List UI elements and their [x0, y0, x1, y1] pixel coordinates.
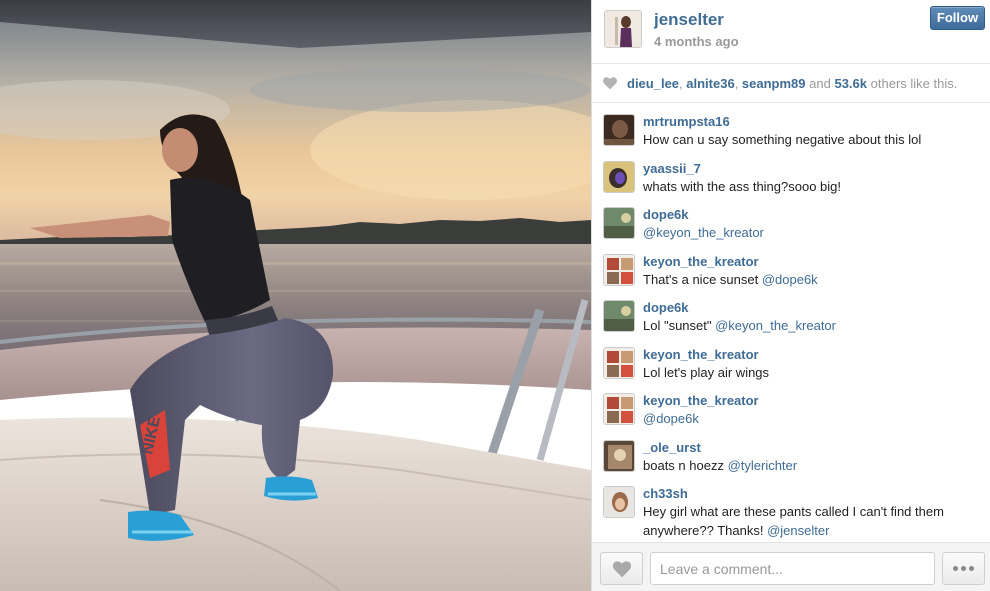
heart-icon — [603, 77, 617, 90]
comment-mention[interactable]: @dope6k — [762, 272, 818, 287]
comment-username[interactable]: dope6k — [643, 203, 977, 223]
sunset-boat-photo: NIKE — [0, 0, 591, 591]
likes-suffix: others like this. — [870, 76, 958, 91]
comment-body: That's a nice sunset — [643, 271, 762, 287]
comment-mention[interactable]: @jenselter — [767, 523, 829, 538]
owner-username[interactable]: jenselter — [654, 10, 724, 30]
comment-text: Hey girl what are these pants called I c… — [643, 502, 977, 540]
comment-body: How can u say something negative about t… — [643, 132, 922, 147]
likes-summary: dieu_lee, alnite36, seanpm89 and 53.6k o… — [592, 64, 990, 103]
comment-username[interactable]: mrtrumpsta16 — [643, 110, 977, 130]
commenter-avatar[interactable] — [603, 253, 635, 286]
post-sidebar: jenselter 4 months ago Follow dieu_lee, … — [591, 0, 990, 591]
comment-username[interactable]: dope6k — [643, 296, 977, 316]
commenter-avatar[interactable] — [603, 486, 635, 518]
liker-link[interactable]: alnite36 — [686, 76, 734, 91]
comment-text: whats with the ass thing?sooo big! — [643, 177, 977, 196]
follow-button[interactable]: Follow — [930, 6, 985, 30]
comment-item: _ole_urst boats n hoezz @tylerichter — [592, 436, 990, 483]
comment-item: dope6k @keyon_the_kreator — [592, 203, 990, 250]
comment-mention[interactable]: @keyon_the_kreator — [715, 318, 836, 333]
comment-mention[interactable]: @dope6k — [643, 411, 699, 426]
likes-count[interactable]: 53.6k — [834, 76, 867, 91]
comment-username[interactable]: keyon_the_kreator — [643, 389, 977, 409]
comment-username[interactable]: keyon_the_kreator — [643, 343, 977, 363]
liker-link[interactable]: seanpm89 — [742, 76, 806, 91]
commenter-avatar[interactable] — [603, 393, 635, 425]
comment-body: whats with the ass thing?sooo big! — [643, 178, 842, 194]
comment-mention[interactable]: @tylerichter — [728, 458, 798, 473]
comment-bar — [592, 542, 990, 591]
likes-text: dieu_lee, alnite36, seanpm89 and 53.6k o… — [627, 76, 958, 91]
commenter-avatar[interactable] — [603, 439, 635, 472]
comment-item: dope6k Lol "sunset" @keyon_the_kreator — [592, 296, 990, 343]
comment-username[interactable]: _ole_urst — [643, 436, 977, 456]
comment-text: That's a nice sunset @dope6k — [643, 270, 977, 289]
comment-item: ch33sh Hey girl what are these pants cal… — [592, 482, 990, 540]
commenter-avatar[interactable] — [603, 300, 635, 332]
commenter-avatar[interactable] — [603, 114, 635, 146]
likes-and: and — [809, 76, 831, 91]
comment-text: Lol "sunset" @keyon_the_kreator — [643, 316, 977, 335]
comment-text: boats n hoezz @tylerichter — [643, 456, 977, 475]
comment-text: Lol let's play air wings — [643, 363, 977, 382]
comment-input[interactable] — [650, 552, 935, 585]
comment-username[interactable]: yaassii_7 — [643, 157, 977, 177]
owner-avatar[interactable] — [604, 10, 642, 48]
comment-text: How can u say something negative about t… — [643, 130, 977, 149]
liker-link[interactable]: dieu_lee — [627, 76, 679, 91]
ellipsis-icon — [952, 558, 976, 575]
comment-body: boats n hoezz — [643, 457, 728, 473]
comment-username[interactable]: ch33sh — [643, 482, 977, 502]
comment-item: mrtrumpsta16 How can u say something neg… — [592, 110, 990, 157]
post-header: jenselter 4 months ago Follow — [592, 0, 990, 64]
comment-text: @keyon_the_kreator — [643, 223, 977, 242]
comment-item: keyon_the_kreator That's a nice sunset @… — [592, 250, 990, 297]
heart-icon — [612, 561, 632, 578]
comment-text: @dope6k — [643, 409, 977, 428]
commenter-avatar[interactable] — [603, 207, 635, 239]
comment-item: keyon_the_kreator @dope6k — [592, 389, 990, 436]
post-photo[interactable]: NIKE — [0, 0, 591, 591]
commenter-avatar[interactable] — [603, 346, 635, 379]
comment-username[interactable]: keyon_the_kreator — [643, 250, 977, 270]
comment-item: yaassii_7 whats with the ass thing?sooo … — [592, 157, 990, 204]
comment-mention[interactable]: @keyon_the_kreator — [643, 225, 764, 240]
more-options-button[interactable] — [942, 552, 985, 585]
comment-item: keyon_the_kreator Lol let's play air win… — [592, 343, 990, 390]
comment-list[interactable]: mrtrumpsta16 How can u say something neg… — [592, 110, 990, 542]
comment-body: Lol let's play air wings — [643, 364, 770, 380]
post-timestamp: 4 months ago — [654, 34, 739, 49]
comment-body: Lol "sunset" — [643, 318, 716, 333]
like-button[interactable] — [600, 552, 643, 585]
commenter-avatar[interactable] — [603, 160, 635, 193]
